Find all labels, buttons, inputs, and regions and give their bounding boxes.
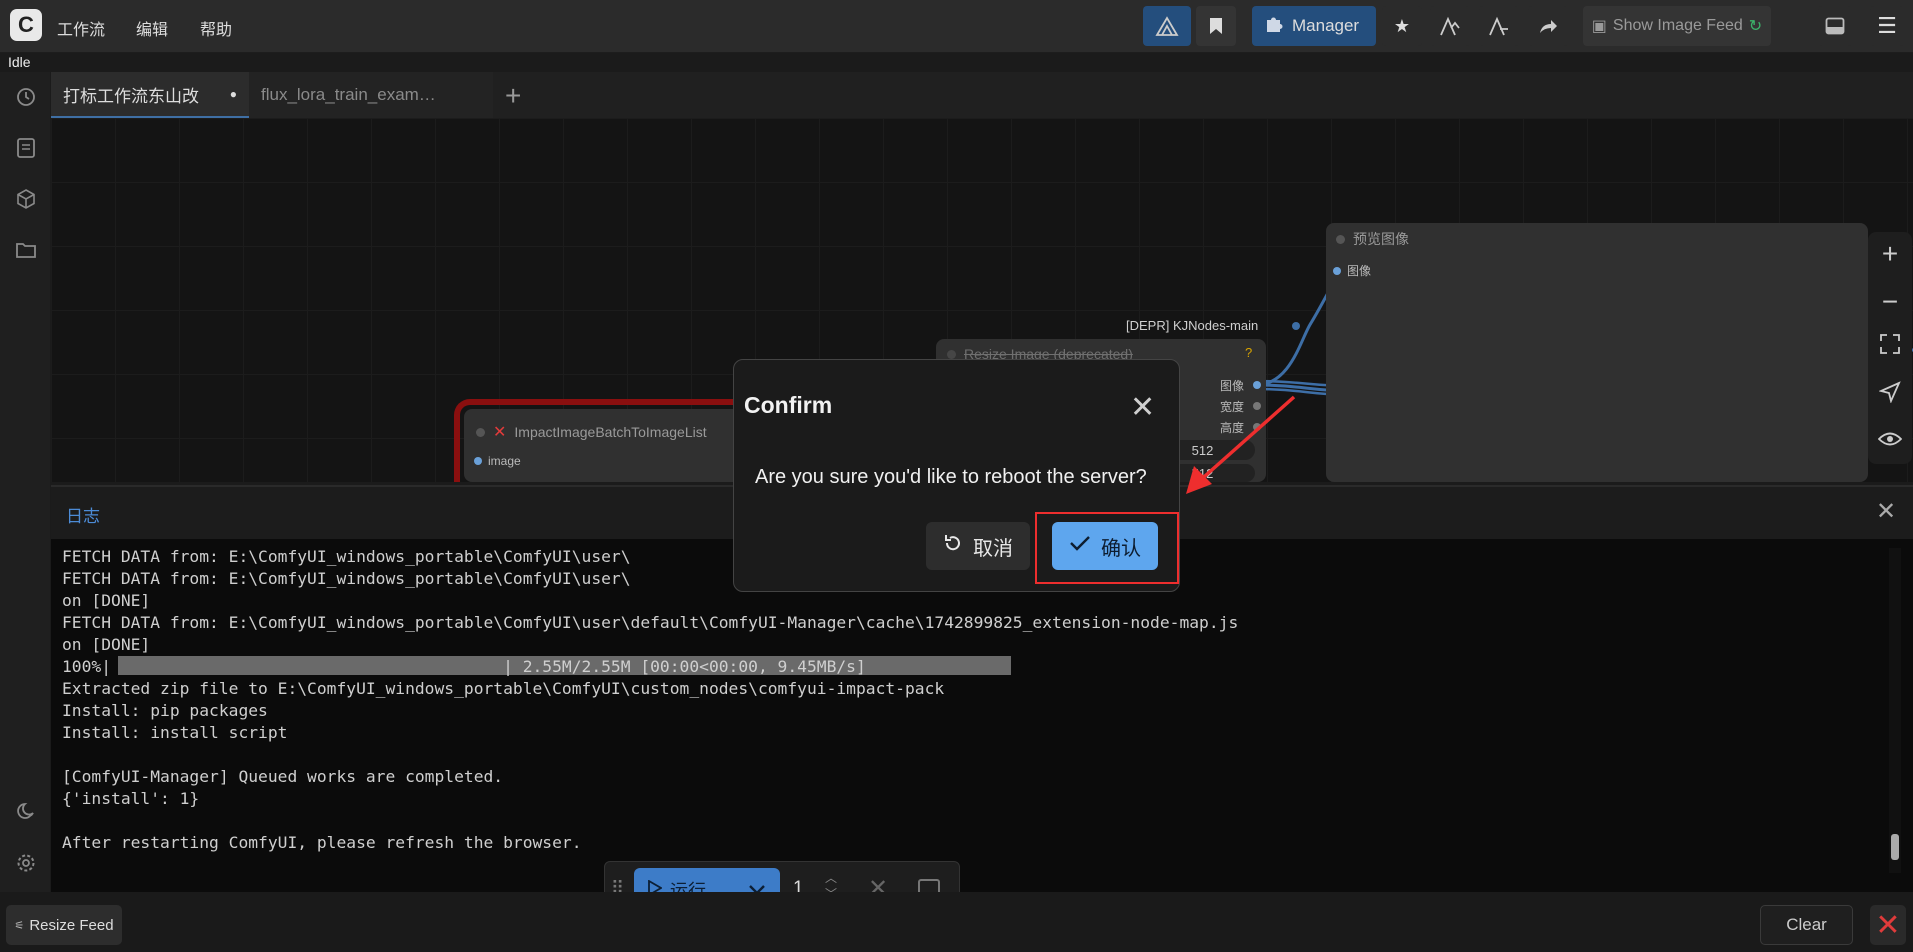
impact-node-title: ImpactImageBatchToImageList [514,424,707,440]
fit-view-icon[interactable] [1875,333,1905,361]
log-line: on [DONE] [62,591,151,610]
log-line: Install: pip packages [62,701,268,720]
collapse-dot[interactable] [1336,234,1345,244]
close-dialog-icon[interactable]: ✕ [1130,390,1155,425]
log-line: Install: install script [62,723,288,742]
log-output: FETCH DATA from: E:\ComfyUI_windows_port… [62,546,1238,854]
preview-image-node[interactable] [1326,223,1868,482]
status-text: Idle [8,54,31,70]
puzzle-icon [1264,14,1284,39]
impact-batch-node[interactable] [464,409,749,482]
settings-gear-icon[interactable] [14,853,38,877]
close-feed-icon[interactable]: ✕ [1870,905,1906,945]
output-socket[interactable] [1253,381,1261,389]
resize-feed-label: Resize Feed [29,916,114,934]
help-icon[interactable]: ? [1245,345,1252,360]
log-line: [ComfyUI-Manager] Queued works are compl… [62,767,504,786]
clear-button[interactable]: Clear [1760,905,1853,945]
input-socket[interactable] [1333,266,1341,275]
dialog-title: Confirm [744,392,833,418]
log-line: Extracted zip file to E:\ComfyUI_windows… [62,679,945,698]
show-image-feed-label: Show Image Feed [1612,17,1743,34]
close-log-icon[interactable]: ✕ [1876,497,1896,526]
log-line: 100%| | 2.55M/2.55M [00:00<00:00, 9.45MB… [62,657,866,676]
hamburger-menu-icon[interactable]: ☰ [1870,6,1904,46]
log-title: 日志 [66,507,100,526]
impact-node-header: ✕ ImpactImageBatchToImageList [476,422,707,442]
menu-edit[interactable]: 编辑 [136,16,168,40]
toggle-links-eye-icon[interactable] [1875,428,1905,454]
cube-icon[interactable] [14,188,38,212]
preview-node-header: 预览图像 [1336,229,1409,249]
cancel-label: 取消 [973,537,1013,560]
resize-feed-button[interactable]: ⚟ Resize Feed [6,905,122,945]
zoom-out-icon[interactable]: − [1875,286,1905,318]
error-x-icon: ✕ [493,424,507,441]
menu-workflow[interactable]: 工作流 [57,16,105,40]
share-icon[interactable] [1528,6,1568,46]
select-mode-icon[interactable] [1875,381,1905,409]
tab-label: flux_lora_train_exam… [261,85,436,104]
folder-icon[interactable] [14,240,38,264]
star-icon[interactable]: ★ [1382,6,1422,46]
port-label: image [488,454,521,468]
tab-workflow-active[interactable]: 打标工作流东山改 ● [51,72,249,118]
unsaved-dot: ● [229,87,237,101]
bottom-bar [0,892,1913,952]
undo-icon [943,533,963,559]
collapse-dot[interactable] [947,349,956,359]
manager-button[interactable]: Manager [1252,6,1376,46]
menu-help[interactable]: 帮助 [200,16,232,40]
log-line: FETCH DATA from: E:\ComfyUI_windows_port… [62,613,1239,632]
cancel-button[interactable]: 取消 [926,522,1030,570]
model-library-icon[interactable] [1143,6,1191,46]
confirm-highlight-box [1035,512,1179,584]
tab-workflow-flux-lora[interactable]: flux_lora_train_exam… [249,72,493,118]
preview-node-title: 预览图像 [1353,231,1409,247]
add-tab-button[interactable]: + [505,80,521,112]
log-line: After restarting ComfyUI, please refresh… [62,833,582,852]
preview-image-input[interactable]: 图像 [1333,262,1371,279]
show-image-feed-button[interactable]: ▣ Show Image Feed ↻ [1583,6,1771,46]
queue-icon[interactable] [14,137,38,161]
manager-label: Manager [1292,16,1360,35]
tab-label: 打标工作流东山改 [63,86,199,106]
theme-moon-icon[interactable] [14,801,38,825]
input-socket[interactable] [474,457,482,465]
log-scrollbar[interactable] [1889,548,1901,873]
pointer-arrow [1186,395,1296,494]
port-label: 图像 [1347,264,1372,278]
log-line: on [DONE] [62,635,151,654]
impact-image-input[interactable]: image [474,454,521,468]
sliders-icon: ⚟ [14,919,25,932]
comfyui-logo[interactable]: C [10,9,42,41]
refresh-icon: ↻ [1748,18,1763,35]
increment-icon[interactable]: ︿ [825,870,837,886]
panel-toggle-icon[interactable] [1818,6,1852,46]
unload-model-icon[interactable] [1430,6,1470,46]
free-memory-icon[interactable] [1479,6,1519,46]
zoom-in-icon[interactable]: + [1875,238,1905,270]
dialog-message: Are you sure you'd like to reboot the se… [755,466,1147,488]
log-line: {'install': 1} [62,789,200,808]
history-icon[interactable] [14,86,38,110]
node-group-label: [DEPR] KJNodes-main [1126,318,1259,333]
bookmark-icon[interactable] [1196,6,1236,46]
image-feed-icon: ▣ [1591,18,1607,35]
log-scrollbar-thumb[interactable] [1891,834,1899,860]
collapse-dot[interactable] [476,427,485,437]
